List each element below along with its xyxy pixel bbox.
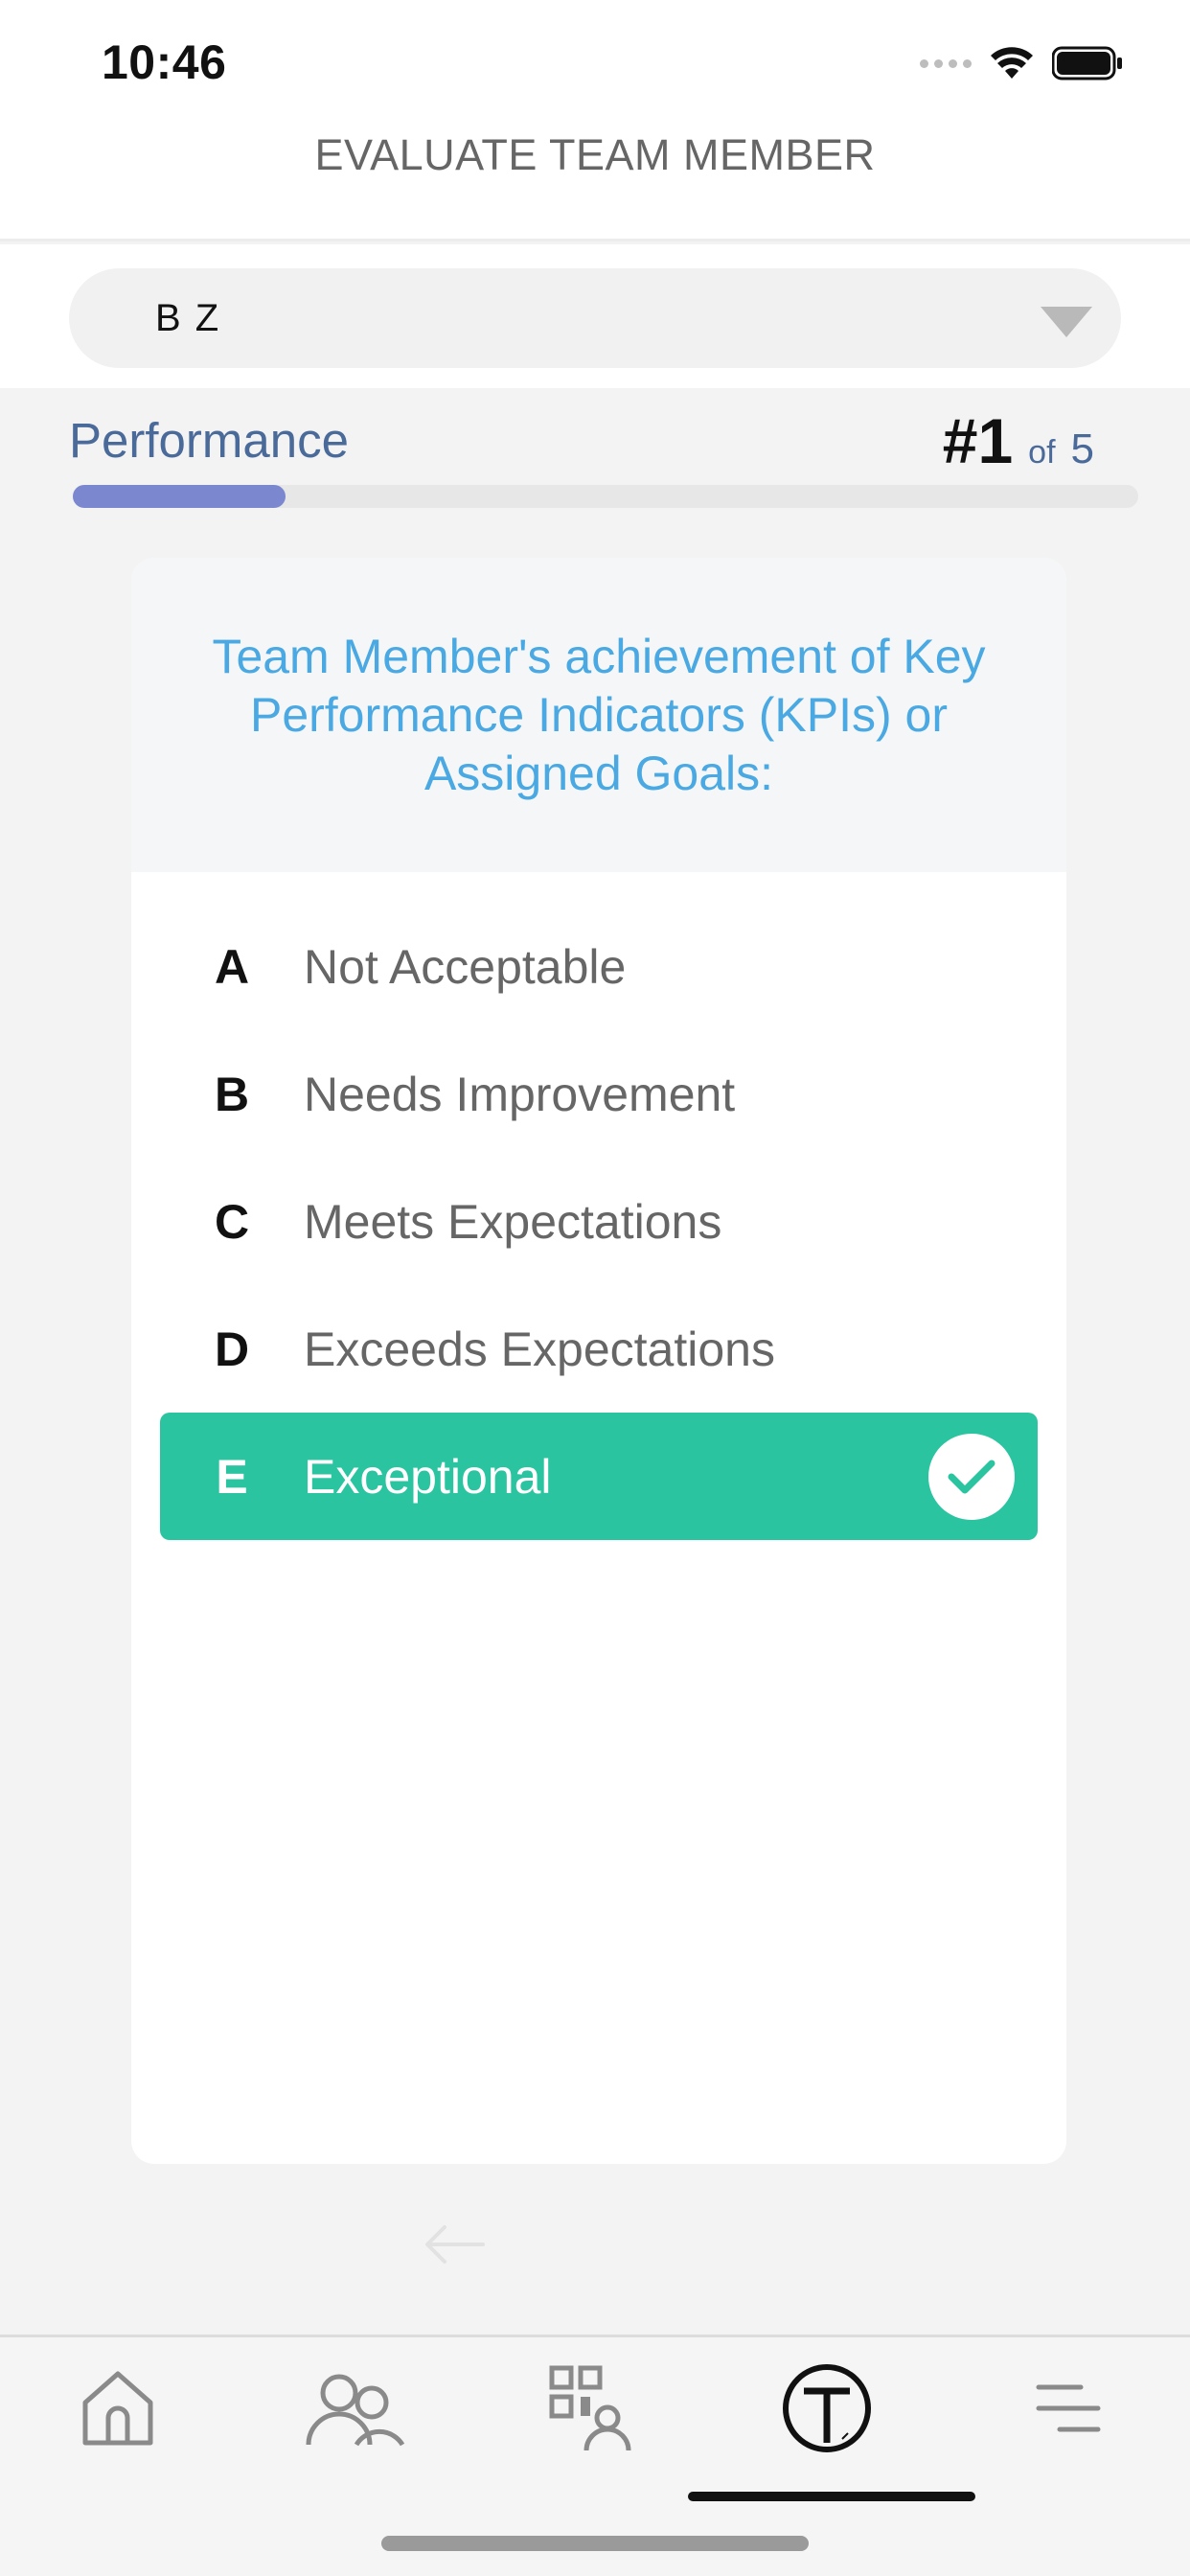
current-question-number: #1 <box>942 405 1014 476</box>
dropdown-triangle-icon[interactable] <box>1041 307 1092 337</box>
option-letter: E <box>216 1449 248 1504</box>
tab-qr-scan[interactable] <box>529 2346 653 2471</box>
option-label: Exceeds Expectations <box>304 1322 775 1376</box>
answer-option-e[interactable]: E Exceptional <box>160 1413 1038 1540</box>
cellular-signal-icon <box>920 58 972 68</box>
logo-t-icon <box>783 2364 871 2452</box>
active-tab-indicator <box>688 2492 975 2501</box>
qr-person-icon <box>549 2365 631 2451</box>
tab-menu[interactable] <box>1006 2346 1131 2471</box>
status-icons <box>920 42 1123 84</box>
team-icon <box>306 2374 405 2447</box>
answer-option-a[interactable]: A Not Acceptable <box>160 903 1038 1030</box>
question-text: Team Member's achievement of Key Perform… <box>131 558 1066 872</box>
option-letter: C <box>214 1194 250 1249</box>
home-icon <box>82 2371 153 2446</box>
back-arrow-icon[interactable] <box>422 2216 489 2273</box>
tab-logo[interactable] <box>765 2346 889 2471</box>
option-letter: A <box>214 939 250 994</box>
option-label: Meets Expectations <box>304 1194 722 1249</box>
answer-option-b[interactable]: B Needs Improvement <box>160 1030 1038 1158</box>
counter-of-label: of <box>1028 434 1056 471</box>
answer-option-d[interactable]: D Exceeds Expectations <box>160 1285 1038 1413</box>
answer-options: A Not Acceptable B Needs Improvement C Meets … <box>160 903 1038 1540</box>
question-card: Team Member's achievement of Key Perform… <box>131 558 1066 2164</box>
wifi-icon <box>991 47 1033 79</box>
team-member-select[interactable]: B Z <box>69 268 1121 368</box>
home-indicator[interactable] <box>381 2536 809 2551</box>
total-questions: 5 <box>1070 426 1094 472</box>
progress-fill <box>73 485 286 508</box>
option-label: Not Acceptable <box>304 939 627 994</box>
top-header: 10:46 EVALUATE TEAM MEMBER <box>0 0 1190 242</box>
option-letter: B <box>214 1067 250 1121</box>
answer-option-c[interactable]: C Meets Expectations <box>160 1158 1038 1285</box>
tab-home[interactable] <box>56 2346 180 2471</box>
checkmark-icon <box>928 1434 1015 1520</box>
section-label: Performance <box>69 413 349 468</box>
tab-team[interactable] <box>293 2346 418 2471</box>
option-letter: D <box>214 1322 250 1376</box>
option-label: Exceptional <box>304 1449 552 1504</box>
option-label: Needs Improvement <box>304 1067 736 1121</box>
progress-track <box>73 485 1138 508</box>
status-time: 10:46 <box>102 35 227 89</box>
question-counter: #1 of 5 <box>943 404 1094 477</box>
team-member-select-value: B Z <box>155 297 221 339</box>
battery-icon <box>1052 46 1122 80</box>
menu-icon <box>1036 2384 1101 2432</box>
page-title: EVALUATE TEAM MEMBER <box>314 130 876 179</box>
